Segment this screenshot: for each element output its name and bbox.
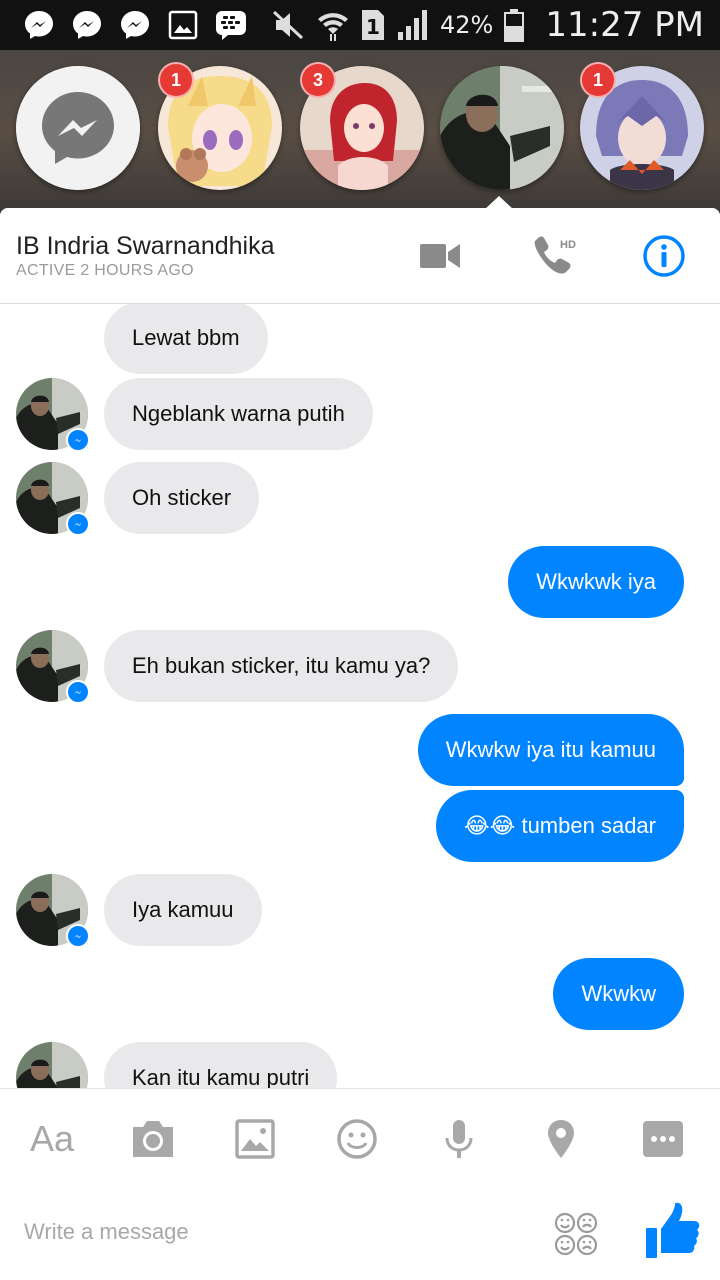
user-photo-icon [16,1042,88,1088]
outgoing-message[interactable]: Wkwkwk iya [508,546,684,618]
sender-avatar[interactable] [16,1042,88,1088]
sim-slot-icon: 1 [362,10,385,40]
sender-avatar[interactable] [16,378,90,452]
conversation-info-icon[interactable] [640,232,688,280]
messenger-notification-icon [22,8,56,42]
messenger-notification-icon [70,8,104,42]
sender-avatar[interactable] [16,630,90,704]
clock: 11:27 PM [545,5,704,45]
messenger-home-head[interactable] [16,66,140,190]
wifi-icon [318,13,349,41]
messenger-badge-icon [66,680,90,704]
unread-badge: 1 [158,62,194,98]
sender-avatar[interactable] [16,462,90,536]
svg-text:1: 1 [366,15,380,39]
outgoing-message[interactable]: Wkwkw iya itu kamuu [417,714,684,786]
stickers-icon[interactable] [552,1210,600,1258]
messenger-notification-icon [118,8,152,42]
messenger-badge-icon [66,924,90,948]
location-pin-icon[interactable] [535,1113,587,1165]
battery-icon [504,9,525,42]
incoming-message[interactable]: Eh bukan sticker, itu kamu ya? [104,630,459,702]
unread-badge: 1 [580,62,616,98]
more-options-icon[interactable] [637,1113,689,1165]
incoming-message[interactable]: Kan itu kamu putri [104,1042,338,1088]
text-format-label: Aa [29,1118,75,1159]
conversation-header: IB Indria Swarnandhika ACTIVE 2 HOURS AG… [0,208,720,304]
messenger-badge-icon [66,428,90,452]
gallery-notification-icon [166,8,200,42]
bbm-notification-icon [214,8,248,42]
composer-toolbar: Aa [0,1088,720,1184]
thumbs-up-like-icon[interactable] [642,1202,702,1262]
contact-name[interactable]: IB Indria Swarnandhika [16,232,274,261]
outgoing-message[interactable]: Wkwkw [553,958,684,1030]
message-list[interactable]: Lewat bbm Ngeblank warna putih Oh sticke… [0,304,720,1088]
chat-head-ib-indria[interactable] [440,66,564,190]
user-photo-icon [440,66,564,190]
gallery-icon[interactable] [229,1113,281,1165]
battery-percent: 42% [440,11,494,39]
microphone-icon[interactable] [433,1113,485,1165]
contact-active-status: ACTIVE 2 HOURS AGO [16,262,194,279]
unread-badge: 3 [300,62,336,98]
chat-heads-bar: 1 3 1 [0,50,720,210]
incoming-message[interactable]: Ngeblank warna putih [104,378,373,450]
video-call-icon[interactable] [416,232,464,280]
messenger-logo-icon [16,66,140,190]
camera-icon[interactable] [127,1113,179,1165]
hd-voice-call-icon[interactable]: HD [528,232,576,280]
message-input[interactable] [24,1206,524,1258]
incoming-message[interactable]: Oh sticker [104,462,260,534]
status-bar: 1 42% 11:27 PM [0,0,720,50]
mute-icon [272,10,304,40]
emoji-icon[interactable] [331,1113,383,1165]
text-format-button[interactable]: Aa [26,1113,78,1165]
incoming-message[interactable]: Iya kamuu [104,874,262,946]
incoming-message[interactable]: Lewat bbm [104,304,268,374]
sender-avatar[interactable] [16,874,90,948]
chat-panel: IB Indria Swarnandhika ACTIVE 2 HOURS AG… [0,208,720,1280]
outgoing-message[interactable]: 😂😂 tumben sadar [435,790,684,862]
messenger-badge-icon [66,512,90,536]
signal-icon [398,10,428,40]
message-input-row [0,1184,720,1280]
svg-text:HD: HD [560,239,576,251]
